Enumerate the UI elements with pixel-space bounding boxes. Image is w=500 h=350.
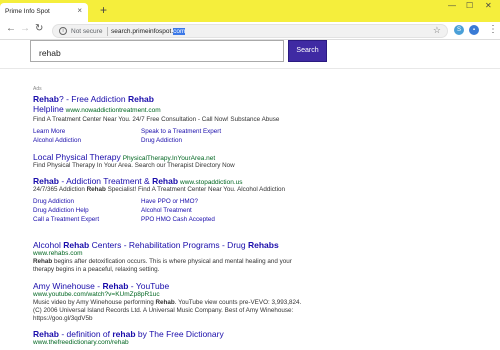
result-title[interactable]: Rehab? - Free Addiction Rehab bbox=[33, 94, 303, 104]
result-url: www.thefreedictionary.com/rehab bbox=[33, 339, 129, 346]
sitelink[interactable]: Speak to a Treatment Expert bbox=[141, 128, 221, 136]
result-item: Rehab - Addiction Treatment & Rehab www.… bbox=[33, 176, 303, 226]
result-title[interactable]: Rehab - Addiction Treatment & Rehab bbox=[33, 176, 178, 186]
new-tab-icon[interactable]: + bbox=[100, 4, 107, 16]
url-selected: com bbox=[173, 27, 186, 35]
address-separator bbox=[107, 27, 108, 36]
result-url: www.nowaddictiontreatment.com bbox=[65, 107, 161, 114]
result-title-line2[interactable]: Helpline bbox=[33, 104, 64, 114]
back-icon[interactable]: ← bbox=[6, 24, 16, 34]
sitelinks: Learn More Speak to a Treatment Expert A… bbox=[33, 128, 303, 148]
menu-icon[interactable]: ⋮ bbox=[488, 25, 498, 35]
result-item: Local Physical Therapy PhysicalTherapy.I… bbox=[33, 152, 303, 170]
info-icon[interactable]: i bbox=[59, 27, 67, 35]
forward-icon[interactable]: → bbox=[20, 24, 30, 34]
result-title[interactable]: Alcohol Rehab Centers - Rehabilitation P… bbox=[33, 240, 303, 250]
bookmark-star-icon[interactable]: ☆ bbox=[433, 26, 441, 35]
sitelink[interactable]: Have PPO or HMO? bbox=[141, 198, 198, 206]
result-item: Alcohol Rehab Centers - Rehabilitation P… bbox=[33, 240, 303, 274]
sitelink[interactable]: Drug Addiction Help bbox=[33, 207, 89, 215]
result-description: Find A Treatment Center Near You. 24/7 F… bbox=[33, 116, 280, 123]
result-item: Rehab - definition of rehab by The Free … bbox=[33, 329, 303, 347]
minimize-icon[interactable]: — bbox=[448, 2, 456, 10]
sitelink[interactable]: Call a Treatment Expert bbox=[33, 216, 99, 224]
maximize-icon[interactable]: ☐ bbox=[466, 2, 473, 10]
result-url: PhysicalTherapy.InYourArea.net bbox=[122, 155, 216, 162]
window-close-icon[interactable]: ✕ bbox=[485, 2, 492, 10]
sitelinks: Drug Addiction Have PPO or HMO? Drug Add… bbox=[33, 198, 303, 226]
search-input[interactable] bbox=[30, 40, 284, 62]
result-url: www.youtube.com/watch?v=KUmZp8pR1uc bbox=[33, 291, 160, 298]
sitelink[interactable]: Alcohol Addiction bbox=[33, 137, 81, 145]
skype-icon[interactable]: S bbox=[454, 25, 464, 35]
browser-toolbar: ← → ↻ i Not secure search.primeinfospot.… bbox=[0, 22, 500, 40]
tab-strip: Prime Info Spot × + — ☐ ✕ bbox=[0, 0, 500, 22]
sitelink[interactable]: Drug Addiction bbox=[141, 137, 182, 145]
tab-title: Prime Info Spot bbox=[5, 8, 50, 15]
extension-icon[interactable]: ▪ bbox=[469, 25, 479, 35]
url-text[interactable]: search.primeinfospot.com bbox=[111, 27, 186, 35]
tab-close-icon[interactable]: × bbox=[77, 7, 82, 15]
url-prefix: search.primeinfospot. bbox=[111, 27, 174, 35]
result-item: Rehab? - Free Addiction Rehab Helpline w… bbox=[33, 94, 303, 148]
result-item: Amy Winehouse - Rehab - YouTube www.yout… bbox=[33, 281, 303, 323]
header-divider bbox=[0, 68, 500, 69]
sitelink[interactable]: PPO HMO Cash Accepted bbox=[141, 216, 215, 224]
result-description: Music video by Amy Winehouse performing … bbox=[33, 299, 302, 322]
result-url: www.rehabs.com bbox=[33, 250, 83, 257]
result-description: Rehab begins after detoxification occurs… bbox=[33, 258, 292, 273]
ads-label: Ads bbox=[33, 86, 42, 92]
security-status: Not secure bbox=[71, 27, 103, 35]
sitelink[interactable]: Alcohol Treatment bbox=[141, 207, 192, 215]
reload-icon[interactable]: ↻ bbox=[35, 24, 43, 34]
sitelink[interactable]: Drug Addiction bbox=[33, 198, 74, 206]
result-title[interactable]: Amy Winehouse - Rehab - YouTube bbox=[33, 281, 303, 291]
result-description: 24/7/365 Addiction Rehab Specialist! Fin… bbox=[33, 186, 286, 193]
search-button[interactable]: Search bbox=[288, 40, 327, 62]
result-title[interactable]: Rehab - definition of rehab by The Free … bbox=[33, 329, 303, 339]
tab-prime-info-spot[interactable]: Prime Info Spot × bbox=[0, 3, 88, 22]
address-bar[interactable]: i Not secure search.primeinfospot.com ☆ bbox=[52, 24, 448, 38]
result-title[interactable]: Local Physical Therapy bbox=[33, 152, 121, 162]
result-url: www.stopaddiction.us bbox=[180, 179, 243, 186]
sitelink[interactable]: Learn More bbox=[33, 128, 65, 136]
result-description: Find Physical Therapy In Your Area. Sear… bbox=[33, 162, 235, 169]
